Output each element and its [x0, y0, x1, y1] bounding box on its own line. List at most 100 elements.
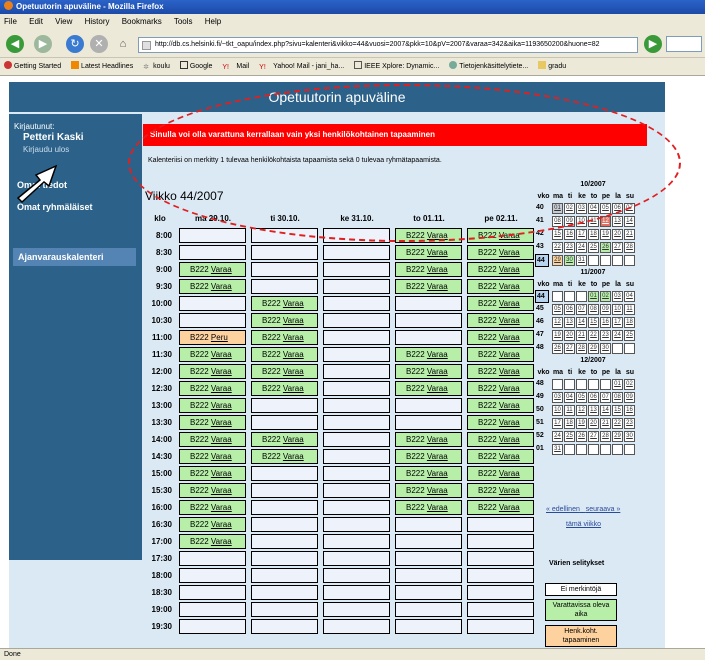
available-slot[interactable]: B222 Varaa — [395, 364, 462, 379]
book-link[interactable]: Varaa — [499, 299, 520, 308]
available-slot[interactable]: B222 Varaa — [395, 500, 462, 515]
available-slot[interactable]: B222 Varaa — [467, 279, 534, 294]
calendar-day[interactable]: 13 — [588, 405, 599, 416]
book-link[interactable]: Varaa — [499, 316, 520, 325]
bookmark-gradu[interactable]: gradu — [538, 61, 566, 70]
calendar-day[interactable]: 31 — [552, 444, 563, 455]
calendar-day[interactable]: 11 — [624, 304, 635, 315]
available-slot[interactable]: B222 Varaa — [251, 432, 318, 447]
book-link[interactable]: Varaa — [211, 367, 232, 376]
week-number[interactable]: 44 — [535, 290, 549, 303]
back-icon[interactable]: ◀ — [6, 35, 24, 53]
calendar-day[interactable]: 27 — [588, 431, 599, 442]
week-number[interactable]: 01 — [535, 443, 552, 456]
available-slot[interactable]: B222 Varaa — [395, 245, 462, 260]
sidebar-item-omat-tiedot[interactable]: Omat tiedot — [17, 180, 67, 190]
calendar-day[interactable]: 26 — [600, 242, 611, 253]
bookmark-mail[interactable]: Y! Mail — [222, 63, 249, 71]
book-link[interactable]: Varaa — [499, 333, 520, 342]
book-link[interactable]: Varaa — [427, 367, 448, 376]
menu-help[interactable]: Help — [205, 17, 221, 26]
calendar-day[interactable]: 25 — [624, 330, 635, 341]
calendar-day[interactable]: 11 — [564, 405, 575, 416]
bookmark-latest-headlines[interactable]: Latest Headlines — [71, 61, 133, 70]
calendar-day[interactable]: 21 — [624, 229, 635, 240]
calendar-day[interactable]: 19 — [600, 229, 611, 240]
menu-bookmarks[interactable]: Bookmarks — [122, 17, 162, 26]
book-link[interactable]: Varaa — [427, 248, 448, 257]
week-number[interactable]: 45 — [535, 303, 552, 316]
prev-week-link[interactable]: « edellinen — [546, 506, 580, 513]
available-slot[interactable]: B222 Varaa — [467, 381, 534, 396]
book-link[interactable]: Varaa — [499, 435, 520, 444]
available-slot[interactable]: B222 Varaa — [467, 330, 534, 345]
book-link[interactable]: Varaa — [499, 503, 520, 512]
book-link[interactable]: Varaa — [211, 401, 232, 410]
available-slot[interactable]: B222 Varaa — [467, 262, 534, 277]
available-slot[interactable]: B222 Varaa — [179, 347, 246, 362]
book-link[interactable]: Varaa — [211, 350, 232, 359]
calendar-day[interactable]: 08 — [612, 392, 623, 403]
available-slot[interactable]: B222 Varaa — [179, 398, 246, 413]
book-link[interactable]: Varaa — [427, 282, 448, 291]
calendar-day[interactable]: 18 — [624, 317, 635, 328]
calendar-day[interactable]: 22 — [612, 418, 623, 429]
calendar-day[interactable]: 22 — [588, 330, 599, 341]
book-link[interactable]: Varaa — [211, 282, 232, 291]
week-number[interactable]: 48 — [535, 342, 552, 355]
calendar-day[interactable]: 10 — [612, 304, 623, 315]
book-link[interactable]: Varaa — [427, 486, 448, 495]
calendar-day[interactable]: 16 — [624, 405, 635, 416]
calendar-day[interactable]: 01 — [612, 379, 623, 390]
available-slot[interactable]: B222 Varaa — [251, 330, 318, 345]
book-link[interactable]: Varaa — [427, 265, 448, 274]
bookmark-getting-started[interactable]: Getting Started — [4, 61, 61, 70]
available-slot[interactable]: B222 Varaa — [251, 296, 318, 311]
menu-view[interactable]: View — [55, 17, 72, 26]
week-number[interactable]: 46 — [535, 316, 552, 329]
calendar-day[interactable]: 12 — [552, 317, 563, 328]
book-link[interactable]: Varaa — [427, 435, 448, 444]
book-link[interactable]: Varaa — [499, 282, 520, 291]
available-slot[interactable]: B222 Varaa — [251, 313, 318, 328]
book-link[interactable]: Varaa — [211, 435, 232, 444]
book-link[interactable]: Varaa — [499, 486, 520, 495]
available-slot[interactable]: B222 Varaa — [395, 381, 462, 396]
calendar-day[interactable]: 30 — [564, 255, 575, 266]
bookmark-ieee[interactable]: IEEE Xplore: Dynamic... — [354, 61, 439, 70]
week-number[interactable]: 50 — [535, 404, 552, 417]
week-number[interactable]: 49 — [535, 391, 552, 404]
book-link[interactable]: Varaa — [283, 452, 304, 461]
available-slot[interactable]: B222 Varaa — [179, 381, 246, 396]
available-slot[interactable]: B222 Varaa — [467, 364, 534, 379]
reload-icon[interactable]: ↻ — [66, 35, 84, 53]
available-slot[interactable]: B222 Varaa — [179, 262, 246, 277]
available-slot[interactable]: B222 Varaa — [467, 432, 534, 447]
available-slot[interactable]: B222 Varaa — [179, 364, 246, 379]
available-slot[interactable]: B222 Varaa — [179, 432, 246, 447]
available-slot[interactable]: B222 Varaa — [467, 398, 534, 413]
calendar-day[interactable]: 01 — [588, 291, 599, 302]
calendar-day[interactable]: 15 — [552, 229, 563, 240]
book-link[interactable]: Varaa — [211, 265, 232, 274]
available-slot[interactable]: B222 Varaa — [251, 449, 318, 464]
calendar-day[interactable]: 12 — [576, 405, 587, 416]
available-slot[interactable]: B222 Varaa — [395, 279, 462, 294]
calendar-day[interactable]: 05 — [552, 304, 563, 315]
calendar-day[interactable]: 20 — [612, 229, 623, 240]
available-slot[interactable]: B222 Varaa — [179, 517, 246, 532]
available-slot[interactable]: B222 Varaa — [395, 347, 462, 362]
calendar-day[interactable]: 15 — [588, 317, 599, 328]
bookmark-koulu[interactable]: ✲ koulu — [143, 63, 170, 71]
calendar-day[interactable]: 17 — [552, 418, 563, 429]
book-link[interactable]: Varaa — [283, 333, 304, 342]
available-slot[interactable]: B222 Varaa — [179, 279, 246, 294]
calendar-day[interactable]: 20 — [564, 330, 575, 341]
available-slot[interactable]: B222 Varaa — [467, 500, 534, 515]
available-slot[interactable]: B222 Varaa — [251, 347, 318, 362]
available-slot[interactable]: B222 Varaa — [179, 500, 246, 515]
bookmark-google[interactable]: Google — [179, 61, 212, 70]
book-link[interactable]: Varaa — [211, 418, 232, 427]
calendar-day[interactable]: 23 — [600, 330, 611, 341]
available-slot[interactable]: B222 Varaa — [467, 347, 534, 362]
